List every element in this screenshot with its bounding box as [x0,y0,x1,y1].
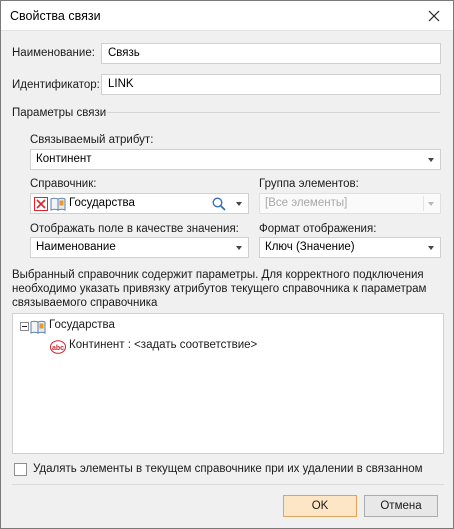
name-field[interactable]: Связь [101,43,441,64]
dictionary-label: Справочник: [30,178,97,190]
tree-node-root-label: Государства [49,319,115,331]
dictionary-value: Государства [69,197,135,209]
close-icon [428,10,440,22]
window-title: Свойства связи [10,9,101,23]
collapse-icon[interactable] [20,322,29,331]
title-bar: Свойства связи [1,1,453,31]
delete-sync-label: Удалять элементы в текущем справочнике п… [33,463,423,475]
text-attribute-icon: abc [50,340,66,357]
svg-text:abc: abc [52,345,64,352]
close-button[interactable] [419,3,449,29]
ok-button[interactable]: OK [283,495,357,517]
info-text-line-3: связываемого справочника [12,297,158,309]
display-field-value: Наименование [36,241,116,253]
chevron-down-icon [236,202,242,206]
clear-icon[interactable] [34,197,48,214]
info-text-line-1: Выбранный справочник содержит параметры.… [12,269,424,281]
mapping-tree[interactable]: Государства abc Континент : <задать соот… [12,313,444,454]
linked-attribute-value: Континент [36,153,92,165]
info-text-line-2: необходимо указать привязку атрибутов те… [12,283,427,295]
identifier-field[interactable]: LINK [101,74,441,95]
footer-divider [12,484,444,485]
tree-node-child-label: Континент : <задать соответствие> [69,339,258,351]
name-label: Наименование: [12,47,95,59]
display-format-label: Формат отображения: [259,223,377,235]
chevron-down-icon [428,246,434,250]
cancel-button[interactable]: Отмена [364,495,438,517]
delete-sync-checkbox[interactable] [14,463,27,476]
element-group-label: Группа элементов: [259,178,359,190]
chevron-down-icon [236,246,242,250]
chevron-down-icon [428,158,434,162]
dictionary-icon [50,197,66,214]
combo-separator [423,196,424,211]
chevron-down-icon [428,202,434,206]
group-divider [107,112,440,113]
tree-node-child[interactable]: abc Континент : <задать соответствие> [50,339,290,355]
dictionary-select[interactable]: Государства [30,193,249,214]
identifier-label: Идентификатор: [12,79,100,91]
dictionary-icon [30,320,46,337]
display-field-label: Отображать поле в качестве значения: [30,223,239,235]
search-icon[interactable] [212,197,226,214]
element-group-select[interactable]: [Все элементы] [259,193,441,214]
display-format-select[interactable]: Ключ (Значение) [259,237,441,258]
link-properties-dialog: Свойства связи Наименование: Связь Идент… [0,0,454,529]
linked-attribute-select[interactable]: Континент [30,149,441,170]
display-field-select[interactable]: Наименование [30,237,249,258]
element-group-value: [Все элементы] [265,197,348,209]
display-format-value: Ключ (Значение) [265,241,355,253]
params-group-label: Параметры связи [12,107,107,119]
linked-attribute-label: Связываемый атрибут: [30,134,154,146]
tree-node-root[interactable]: Государства [20,319,140,335]
